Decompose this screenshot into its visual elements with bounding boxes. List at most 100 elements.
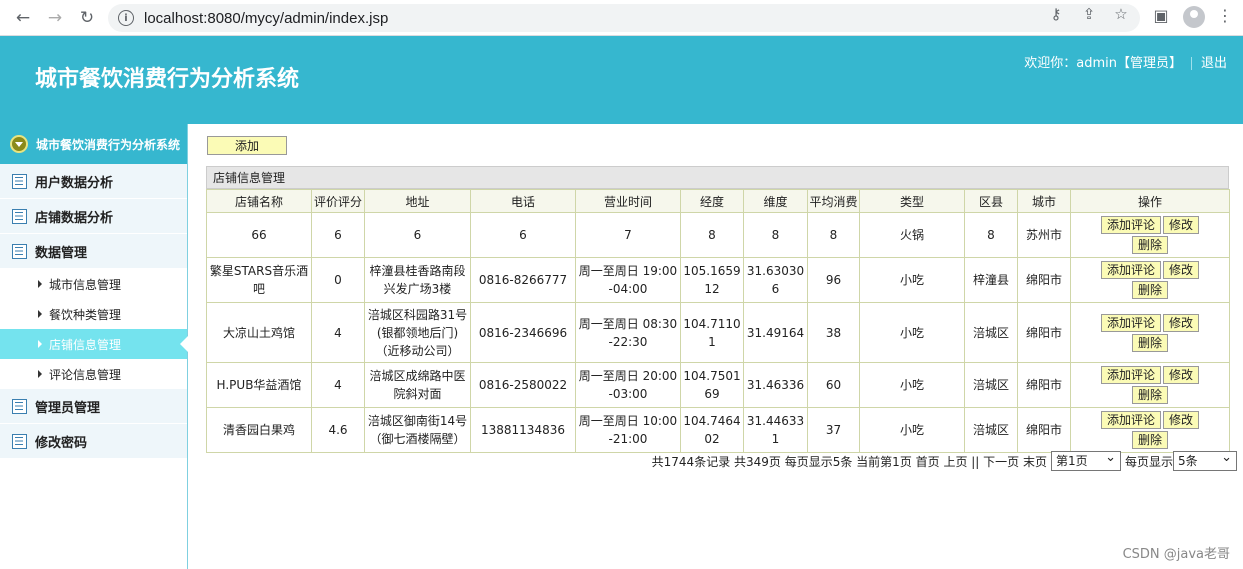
menu-store-analysis[interactable]: 店铺数据分析 xyxy=(0,199,187,234)
user-area: 欢迎你：admin【管理员】 退出 xyxy=(1024,52,1227,71)
url-text[interactable]: localhost:8080/mycy/admin/index.jsp xyxy=(144,10,388,27)
address-bar[interactable]: i localhost:8080/mycy/admin/index.jsp xyxy=(108,4,1140,32)
column-header: 经度 xyxy=(680,189,744,213)
add-comment-button[interactable]: 添加评论 xyxy=(1100,411,1161,429)
table-cell: 小吃 xyxy=(859,302,965,363)
column-header: 平均消费 xyxy=(807,189,860,213)
caret-right-icon xyxy=(38,370,42,378)
add-button[interactable]: 添加 xyxy=(207,136,287,155)
table-cell: 涪城区 xyxy=(964,407,1018,453)
ops-cell: 添加评论 修改删除 xyxy=(1070,212,1230,258)
menu-user-analysis[interactable]: 用户数据分析 xyxy=(0,164,187,199)
list-icon xyxy=(12,208,27,224)
list-icon xyxy=(12,173,27,189)
table-cell: 0816-2346696 xyxy=(470,302,576,363)
sidebar-header[interactable]: 城市餐饮消费行为分析系统 xyxy=(0,124,187,164)
menu-admin-management[interactable]: 管理员管理 xyxy=(0,389,187,424)
delete-button[interactable]: 删除 xyxy=(1131,431,1168,449)
table-cell: 清香园白果鸡 xyxy=(206,407,312,453)
sidebar-toggle-icon[interactable]: ▣ xyxy=(1150,6,1172,25)
add-comment-button[interactable]: 添加评论 xyxy=(1100,366,1161,384)
table-cell: 梓潼县 xyxy=(964,257,1018,303)
table-cell: 小吃 xyxy=(859,257,965,303)
sidebar-item-label: 评论信息管理 xyxy=(49,367,122,382)
forward-icon[interactable]: → xyxy=(44,7,66,29)
delete-button[interactable]: 删除 xyxy=(1131,386,1168,404)
menu-data-management[interactable]: 数据管理 xyxy=(0,234,187,269)
table-cell: 小吃 xyxy=(859,407,965,453)
edit-button[interactable]: 修改 xyxy=(1163,216,1200,234)
sidebar-item-store[interactable]: 店铺信息管理 xyxy=(0,329,188,359)
table-cell: 小吃 xyxy=(859,362,965,408)
page-select[interactable]: 第1页 xyxy=(1050,449,1121,471)
profile-avatar-icon[interactable] xyxy=(1183,6,1205,28)
table-cell: 8 xyxy=(743,212,808,258)
edit-button[interactable]: 修改 xyxy=(1163,411,1200,429)
sidebar-item-label: 城市信息管理 xyxy=(49,277,122,292)
ops-cell: 添加评论 修改 删除 xyxy=(1070,302,1230,363)
list-icon xyxy=(12,243,27,259)
sidebar: 城市餐饮消费行为分析系统 用户数据分析 店铺数据分析 数据管理 城市信息管理 餐… xyxy=(0,124,188,569)
per-page-select[interactable]: 5条 xyxy=(1173,449,1237,471)
sidebar-item-label: 店铺信息管理 xyxy=(49,337,122,352)
add-comment-button[interactable]: 添加评论 xyxy=(1100,216,1161,234)
per-page-label: 每页显示 xyxy=(1124,454,1173,469)
sidebar-header-label: 城市餐饮消费行为分析系统 xyxy=(36,137,181,152)
table-row: H.PUB华益酒馆 4 涪城区成绵路中医院斜对面 0816-2580022 周一至周日 … xyxy=(206,362,1230,408)
table-cell: 37 xyxy=(807,407,860,453)
delete-button[interactable]: 删除 xyxy=(1131,281,1168,299)
column-header: 地址 xyxy=(364,189,471,213)
edit-button[interactable]: 修改 xyxy=(1163,261,1200,279)
table-cell: 绵阳市 xyxy=(1017,362,1071,408)
bookmark-star-icon[interactable]: ☆ xyxy=(1111,5,1131,23)
table-cell: 0816-8266777 xyxy=(470,257,576,303)
column-header: 营业时间 xyxy=(575,189,681,213)
table-cell: 周一至周日 08:30-22:30 xyxy=(575,302,681,363)
main-content: 添加 店铺信息管理 店铺名称 评价评分 地址 电话 营业时间 经度 维度 平均消… xyxy=(189,124,1243,569)
menu-label: 管理员管理 xyxy=(35,400,101,416)
edit-button[interactable]: 修改 xyxy=(1163,313,1200,332)
sidebar-item-city[interactable]: 城市信息管理 xyxy=(0,269,187,299)
pagination-summary[interactable]: 共1744条记录 共349页 每页显示5条 当前第1页 首页 上页 || 下一页… xyxy=(652,453,1047,470)
table-cell: 66 xyxy=(206,212,312,258)
add-comment-button[interactable]: 添加评论 xyxy=(1100,261,1161,279)
menu-change-password[interactable]: 修改密码 xyxy=(0,424,187,459)
key-icon[interactable]: ⚷ xyxy=(1046,5,1066,23)
app-header: 城市餐饮消费行为分析系统 欢迎你：admin【管理员】 退出 xyxy=(0,36,1243,124)
sidebar-item-label: 餐饮种类管理 xyxy=(49,307,122,322)
edit-button[interactable]: 修改 xyxy=(1163,366,1200,384)
share-icon[interactable]: ⇪ xyxy=(1079,5,1099,23)
table-cell: 6 xyxy=(470,212,576,258)
caret-right-icon xyxy=(38,280,42,288)
list-icon xyxy=(12,398,27,414)
column-header: 电话 xyxy=(470,189,576,213)
table-cell: 60 xyxy=(807,362,860,408)
logout-link[interactable]: 退出 xyxy=(1201,56,1227,71)
sidebar-item-comment[interactable]: 评论信息管理 xyxy=(0,359,187,389)
table-cell: 8 xyxy=(807,212,860,258)
add-comment-button[interactable]: 添加评论 xyxy=(1100,313,1161,332)
store-table: 店铺名称 评价评分 地址 电话 营业时间 经度 维度 平均消费 类型 区县 城市… xyxy=(206,189,1230,453)
table-cell: 31.630306 xyxy=(743,257,808,303)
column-header: 区县 xyxy=(964,189,1018,213)
ops-cell: 添加评论 修改删除 xyxy=(1070,257,1230,303)
table-cell: 31.49164 xyxy=(743,302,808,363)
menu-kebab-icon[interactable]: ⋮ xyxy=(1214,6,1236,25)
table-row: 繁星STARS音乐酒吧 0 梓潼县桂香路南段兴发广场3楼 0816-8266777 周一… xyxy=(206,257,1230,303)
table-cell: 8 xyxy=(964,212,1018,258)
site-info-icon[interactable]: i xyxy=(118,10,134,26)
delete-button[interactable]: 删除 xyxy=(1131,333,1168,352)
table-row: 清香园白果鸡 4.6 涪城区御南街14号（御七酒楼隔壁） 13881134836 周一至… xyxy=(206,407,1230,453)
back-icon[interactable]: ← xyxy=(12,7,34,29)
reload-icon[interactable]: ↻ xyxy=(76,7,98,29)
column-header: 评价评分 xyxy=(311,189,365,213)
delete-button[interactable]: 删除 xyxy=(1131,236,1168,254)
column-header: 城市 xyxy=(1017,189,1071,213)
table-cell: 0 xyxy=(311,257,365,303)
table-cell: 大凉山土鸡馆 xyxy=(206,302,312,363)
sidebar-item-food-type[interactable]: 餐饮种类管理 xyxy=(0,299,187,329)
collapse-circle-icon[interactable] xyxy=(10,135,28,153)
table-cell: 96 xyxy=(807,257,860,303)
table-cell: 4 xyxy=(311,362,365,408)
table-cell: 绵阳市 xyxy=(1017,257,1071,303)
